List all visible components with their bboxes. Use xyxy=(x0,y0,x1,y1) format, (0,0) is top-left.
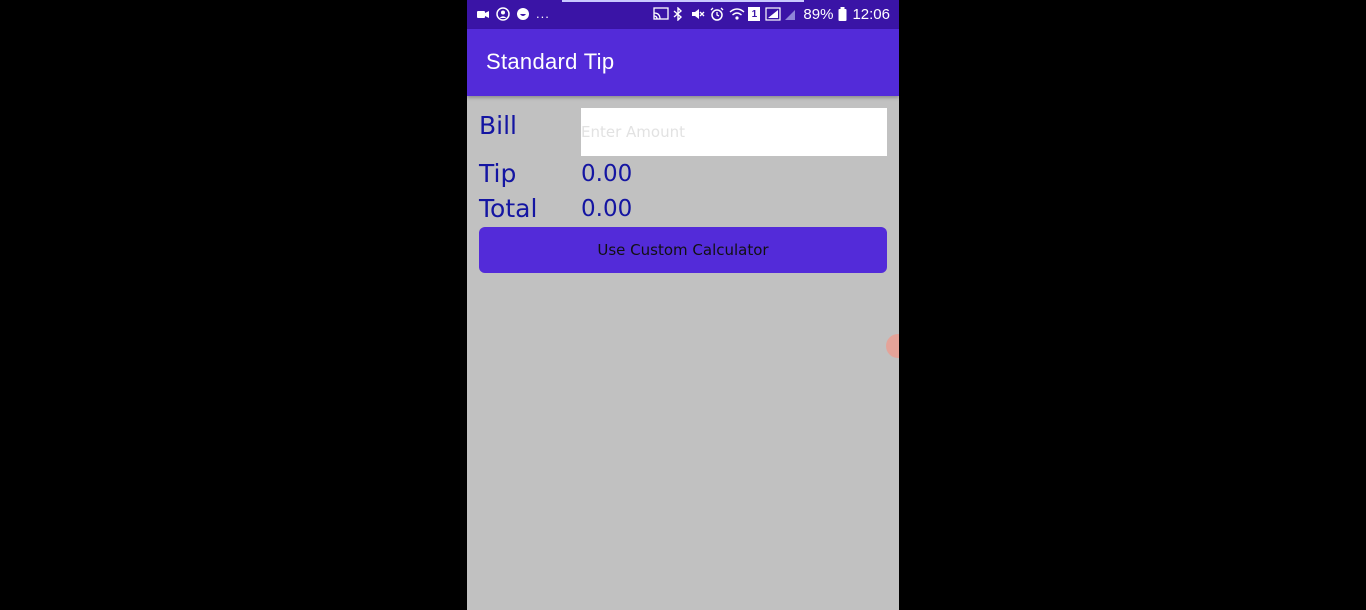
phone-screen: ... 1 89% 12:06 Standard Tip Bill Enter … xyxy=(467,0,899,610)
emoji-icon xyxy=(516,7,530,21)
app-bar: Standard Tip xyxy=(467,29,899,96)
video-camera-icon xyxy=(476,7,490,21)
touch-indicator xyxy=(886,334,899,358)
battery-icon xyxy=(838,7,847,21)
battery-percent: 89% xyxy=(803,5,834,23)
tip-label: Tip xyxy=(479,159,517,188)
alarm-icon xyxy=(710,7,724,21)
clock: 12:06 xyxy=(852,5,890,23)
total-value: 0.00 xyxy=(581,196,633,222)
tip-value: 0.00 xyxy=(581,161,633,187)
status-bar: ... 1 89% 12:06 xyxy=(467,0,899,29)
use-custom-calculator-button[interactable]: Use Custom Calculator xyxy=(479,227,887,273)
cast-icon xyxy=(653,7,670,21)
bill-label: Bill xyxy=(479,111,517,140)
loading-progress-bar xyxy=(562,0,804,2)
sim-badge: 1 xyxy=(748,7,761,21)
wifi-icon xyxy=(729,7,745,21)
status-left-icons: ... xyxy=(476,6,550,22)
more-notifications: ... xyxy=(536,6,550,21)
account-icon xyxy=(496,7,510,21)
status-right-icons: 1 89% 12:06 xyxy=(653,5,890,23)
mute-icon xyxy=(691,7,705,21)
bluetooth-icon xyxy=(672,6,686,22)
total-label: Total xyxy=(479,194,538,223)
signal-icon xyxy=(765,7,782,21)
signal-icon xyxy=(784,7,798,21)
page-title: Standard Tip xyxy=(486,49,615,74)
bill-amount-input[interactable] xyxy=(581,108,887,156)
